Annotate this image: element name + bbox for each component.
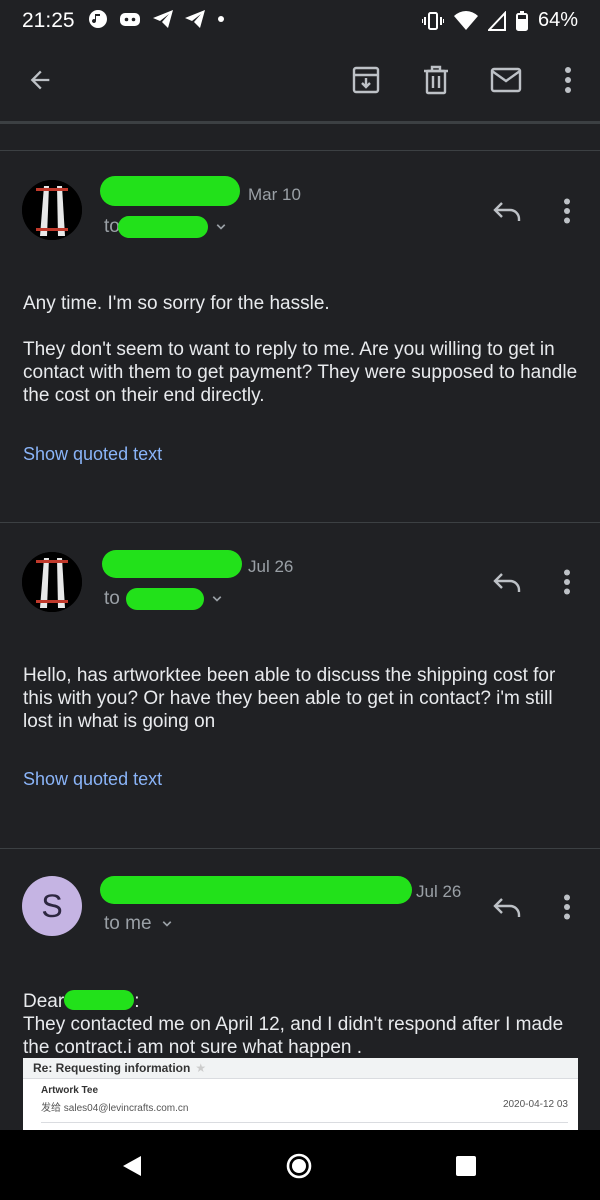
discord-icon: [120, 13, 140, 26]
redacted-sender: [100, 876, 412, 904]
back-arrow-icon: [30, 70, 50, 90]
message-body: Dear: They contacted me on April 12, and…: [23, 990, 583, 1059]
battery-percent: 64%: [537, 9, 578, 31]
chevron-down-icon: [212, 596, 222, 602]
message-date: Jul 26: [416, 882, 462, 901]
reply-icon: [493, 898, 521, 917]
to-label: to me: [104, 913, 152, 934]
delete-button[interactable]: [414, 58, 458, 102]
message-divider: [0, 150, 600, 151]
trash-icon: [424, 65, 448, 95]
archive-icon: [352, 66, 380, 94]
show-quoted-text-link[interactable]: Show quoted text: [23, 444, 162, 465]
status-bar: 21:25 64%: [0, 0, 600, 44]
message-body: Hello, has artworktee been able to discu…: [23, 664, 583, 733]
more-vert-icon: [565, 67, 571, 93]
scroll-indicator: [0, 121, 600, 124]
redacted-recipient: [125, 588, 204, 610]
reply-button[interactable]: [486, 886, 528, 928]
more-options-button[interactable]: [546, 58, 590, 102]
recipients-toggle[interactable]: to: [104, 588, 226, 610]
show-quoted-text-link[interactable]: Show quoted text: [23, 769, 162, 790]
reply-icon: [493, 573, 521, 592]
signal-icon: [487, 10, 506, 31]
redacted-sender: [100, 176, 240, 206]
greeting-suffix: :: [134, 991, 140, 1012]
vibrate-icon: [421, 11, 444, 30]
redacted-name: [64, 990, 135, 1010]
telegram-icon-2: [185, 10, 205, 28]
more-vert-icon: [564, 894, 570, 920]
app-bar: [0, 44, 600, 120]
nav-home-circle-icon: [286, 1153, 312, 1179]
more-vert-icon: [564, 569, 570, 595]
reply-icon: [493, 202, 521, 221]
more-notifications-dot-icon: [218, 16, 224, 22]
greeting-prefix: Dear: [23, 991, 65, 1012]
avatar[interactable]: [22, 180, 82, 240]
nav-home-button[interactable]: [277, 1144, 321, 1188]
body-paragraph: Hello, has artworktee been able to discu…: [23, 665, 556, 732]
message-more-button[interactable]: [546, 561, 588, 603]
quoted-header: Artwork Tee 发给 sales04@levincrafts.com.c…: [23, 1079, 578, 1123]
nav-back-triangle-icon: [123, 1156, 141, 1176]
greeting-line: Dear:: [23, 990, 583, 1013]
body-paragraph: Any time. I'm so sorry for the hassle.: [23, 293, 330, 314]
quoted-date: 2020-04-12 03: [502, 1099, 568, 1110]
telegram-icon: [153, 10, 173, 28]
avatar[interactable]: [22, 552, 82, 612]
body-paragraph: They contacted me on April 12, and I did…: [23, 1014, 564, 1058]
back-button[interactable]: [18, 58, 62, 102]
message-body: Any time. I'm so sorry for the hassle. T…: [23, 292, 583, 407]
recipients-toggle[interactable]: to: [104, 216, 230, 238]
avatar-artwork-icon: [22, 180, 82, 240]
message-divider: [0, 848, 600, 849]
chevron-down-icon: [216, 224, 226, 230]
reply-button[interactable]: [486, 190, 528, 232]
avatar-artwork-icon: [22, 552, 82, 612]
quoted-sender: Artwork Tee: [41, 1085, 99, 1096]
quoted-to-address: sales04@levincrafts.com.cn: [63, 1103, 189, 1114]
message-date: Jul 26: [248, 557, 294, 576]
redacted-sender: [102, 550, 242, 578]
archive-button[interactable]: [344, 58, 388, 102]
quoted-separator: [41, 1122, 568, 1123]
battery-icon: [515, 10, 528, 31]
status-time: 21:25: [22, 9, 75, 32]
nav-back-button[interactable]: [110, 1144, 154, 1188]
reply-button[interactable]: [486, 561, 528, 603]
avatar[interactable]: S: [22, 876, 82, 936]
redacted-recipient: [117, 216, 208, 238]
message-divider: [0, 522, 600, 523]
mail-icon: [490, 67, 522, 93]
music-icon: [89, 10, 107, 28]
system-icons: 64%: [421, 9, 578, 32]
more-vert-icon: [564, 198, 570, 224]
quoted-email-screenshot[interactable]: Re: Requesting information ★ Artwork Tee…: [23, 1058, 578, 1133]
nav-recents-button[interactable]: [444, 1144, 488, 1188]
system-navigation-bar: [0, 1130, 600, 1200]
message-more-button[interactable]: [546, 886, 588, 928]
body-paragraph: They don't seem to want to reply to me. …: [23, 339, 578, 406]
notification-icons: [88, 9, 226, 29]
nav-recents-square-icon: [456, 1156, 476, 1176]
quoted-recipient: 发给 sales04@levincrafts.com.cn: [41, 1099, 188, 1114]
mark-unread-button[interactable]: [484, 58, 528, 102]
recipients-toggle[interactable]: to me: [104, 913, 176, 935]
star-icon: ★: [195, 1061, 207, 1075]
wifi-icon: [453, 10, 478, 30]
avatar-letter: S: [41, 887, 63, 924]
quoted-to-label: 发给: [41, 1103, 61, 1114]
to-label: to: [104, 588, 120, 609]
chevron-down-icon: [162, 921, 171, 927]
message-date: Mar 10: [248, 185, 301, 204]
quoted-subject-bar: Re: Requesting information ★: [23, 1058, 578, 1079]
quoted-subject: Re: Requesting information: [33, 1061, 191, 1075]
quoted-recipient-row: 发给 sales04@levincrafts.com.cn 2020-04-12…: [41, 1099, 568, 1114]
message-more-button[interactable]: [546, 190, 588, 232]
